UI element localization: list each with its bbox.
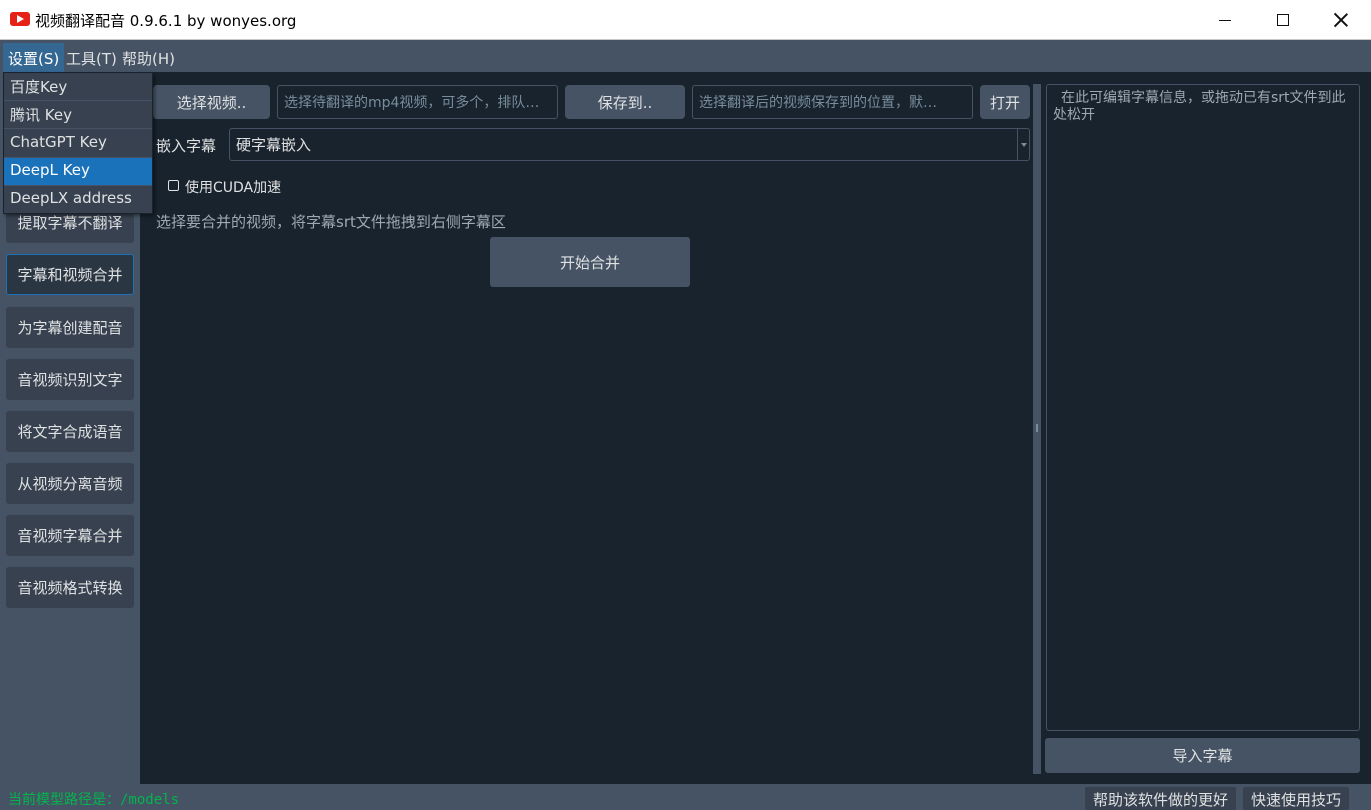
close-button[interactable] bbox=[1312, 0, 1370, 40]
sidebar-item-text-to-speech[interactable]: 将文字合成语音 bbox=[6, 411, 134, 452]
subtitle-panel: 在此可编辑字幕信息，或拖动已有srt文件到此处松开 导入字幕 bbox=[1041, 72, 1371, 784]
chevron-down-icon[interactable] bbox=[1017, 129, 1029, 160]
main-panel: 选择视频.. 选择待翻译的mp4视频，可多个，排队… 保存到.. 选择翻译后的视… bbox=[140, 72, 1033, 784]
menu-item-deeplx-address[interactable]: DeepLX address bbox=[4, 186, 152, 214]
menu-help[interactable]: 帮助(H) bbox=[117, 43, 180, 72]
sidebar-item-speech-recognition[interactable]: 音视频识别文字 bbox=[6, 359, 134, 400]
minimize-icon bbox=[1219, 19, 1231, 21]
save-to-button[interactable]: 保存到.. bbox=[565, 85, 685, 119]
merge-hint: 选择要合并的视频，将字幕srt文件拖拽到右侧字幕区 bbox=[156, 213, 506, 231]
app-logo-icon bbox=[10, 12, 30, 26]
quick-tips-link[interactable]: 快速使用技巧 bbox=[1243, 787, 1350, 810]
sidebar-item-merge-subtitle-video[interactable]: 字幕和视频合并 bbox=[6, 254, 134, 295]
app-window: 视频翻译配音 0.9.6.1 by wonyes.org 设置(S) 工具(T)… bbox=[0, 0, 1371, 810]
video-path-input[interactable]: 选择待翻译的mp4视频，可多个，排队… bbox=[277, 85, 558, 119]
save-path-input[interactable]: 选择翻译后的视频保存到的位置，默… bbox=[692, 85, 973, 119]
close-icon bbox=[1334, 13, 1348, 27]
menu-settings[interactable]: 设置(S) bbox=[3, 43, 65, 72]
status-bar: 当前模型路径是：/models 帮助该软件做的更好 快速使用技巧 bbox=[0, 784, 1371, 810]
model-path-status: 当前模型路径是：/models bbox=[8, 792, 180, 808]
sidebar-item-av-subtitle-merge[interactable]: 音视频字幕合并 bbox=[6, 515, 134, 556]
menu-bar: 设置(S) 工具(T) 帮助(H) bbox=[0, 40, 1371, 72]
panel-splitter[interactable] bbox=[1033, 84, 1041, 774]
sidebar-item-format-convert[interactable]: 音视频格式转换 bbox=[6, 567, 134, 608]
embed-subtitle-label: 嵌入字幕 bbox=[156, 137, 217, 155]
menu-item-baidu-key[interactable]: 百度Key bbox=[4, 73, 152, 101]
open-folder-button[interactable]: 打开 bbox=[980, 85, 1030, 119]
title-bar: 视频翻译配音 0.9.6.1 by wonyes.org bbox=[0, 0, 1371, 40]
select-video-button[interactable]: 选择视频.. bbox=[153, 85, 270, 119]
help-improve-link[interactable]: 帮助该软件做的更好 bbox=[1085, 787, 1237, 810]
embed-subtitle-select[interactable]: 硬字幕嵌入 bbox=[229, 128, 1030, 161]
embed-subtitle-value: 硬字幕嵌入 bbox=[236, 136, 312, 154]
start-merge-button[interactable]: 开始合并 bbox=[490, 237, 690, 287]
minimize-button[interactable] bbox=[1196, 0, 1254, 40]
splitter-grip-icon bbox=[1036, 424, 1038, 432]
import-subtitle-button[interactable]: 导入字幕 bbox=[1045, 738, 1360, 773]
sidebar-item-separate-audio[interactable]: 从视频分离音频 bbox=[6, 463, 134, 504]
cuda-checkbox[interactable] bbox=[168, 180, 179, 191]
menu-item-deepl-key[interactable]: DeepL Key bbox=[4, 158, 152, 186]
menu-tools[interactable]: 工具(T) bbox=[61, 43, 122, 72]
maximize-icon bbox=[1277, 14, 1289, 26]
menu-item-chatgpt-key[interactable]: ChatGPT Key bbox=[4, 130, 152, 158]
window-title: 视频翻译配音 0.9.6.1 by wonyes.org bbox=[35, 12, 297, 30]
menu-item-tencent-key[interactable]: 腾讯 Key bbox=[4, 101, 152, 129]
maximize-button[interactable] bbox=[1254, 0, 1312, 40]
subtitle-editor[interactable]: 在此可编辑字幕信息，或拖动已有srt文件到此处松开 bbox=[1046, 84, 1360, 731]
sidebar-item-create-dubbing[interactable]: 为字幕创建配音 bbox=[6, 307, 134, 348]
cuda-label[interactable]: 使用CUDA加速 bbox=[185, 177, 281, 197]
settings-dropdown-menu: 百度Key 腾讯 Key ChatGPT Key DeepL Key DeepL… bbox=[3, 72, 153, 214]
